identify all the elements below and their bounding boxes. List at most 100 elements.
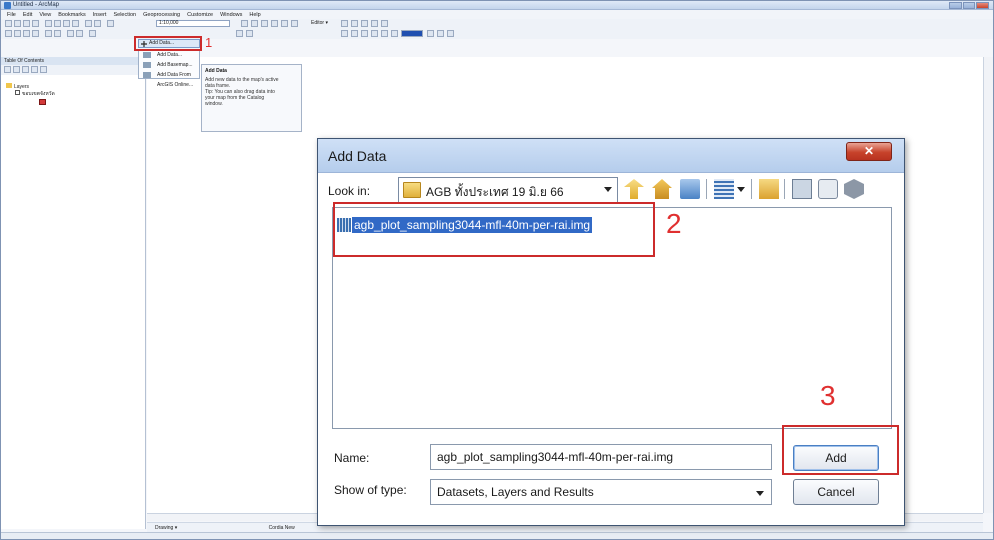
- tooltip-title: Add Data: [205, 68, 227, 74]
- editor-menu[interactable]: Editor ▾: [311, 20, 328, 26]
- table-of-contents-icon[interactable]: [251, 20, 258, 27]
- rotate-icon[interactable]: [371, 20, 378, 27]
- georef-icon-3[interactable]: [361, 30, 368, 37]
- menu-item-add-data-online[interactable]: Add Data From ArcGIS Online...: [139, 70, 199, 88]
- catalog-icon[interactable]: [261, 20, 268, 27]
- annotation-box-step1: [134, 36, 202, 51]
- vertical-scrollbar[interactable]: [983, 57, 993, 513]
- search-icon[interactable]: [271, 20, 278, 27]
- connect-to-folder-icon[interactable]: [680, 179, 700, 199]
- geodatabase-icon[interactable]: [844, 179, 864, 199]
- georef-icon-1[interactable]: [341, 30, 348, 37]
- home-folder-icon[interactable]: [652, 179, 672, 199]
- show-of-type-value: Datasets, Layers and Results: [437, 485, 594, 499]
- name-field[interactable]: agb_plot_sampling3044-mfl-40m-per-rai.im…: [430, 444, 772, 470]
- menu-file[interactable]: File: [7, 12, 16, 18]
- menu-item-add-basemap[interactable]: Add Basemap...: [139, 60, 199, 70]
- full-extent-icon[interactable]: [32, 30, 39, 37]
- status-bar: [1, 532, 993, 539]
- list-by-selection-icon[interactable]: [31, 66, 38, 73]
- attributes-icon[interactable]: [381, 20, 388, 27]
- delete-icon[interactable]: [72, 20, 79, 27]
- menu-customize[interactable]: Customize: [187, 12, 213, 18]
- menu-windows[interactable]: Windows: [220, 12, 242, 18]
- layer-item[interactable]: ขอบเขตจังหวัด: [15, 90, 55, 98]
- layer-checkbox[interactable]: [15, 90, 20, 95]
- python-icon[interactable]: [291, 20, 298, 27]
- toolbar-separator: [751, 179, 752, 199]
- list-by-visibility-icon[interactable]: [22, 66, 29, 73]
- open-icon[interactable]: [14, 20, 21, 27]
- chevron-down-icon: [604, 187, 612, 192]
- effects-icon[interactable]: [427, 30, 434, 37]
- new-document-icon[interactable]: [5, 20, 12, 27]
- flicker-icon[interactable]: [447, 30, 454, 37]
- show-of-type-select[interactable]: Datasets, Layers and Results: [430, 479, 772, 505]
- cut-icon[interactable]: [45, 20, 52, 27]
- paste-icon[interactable]: [63, 20, 70, 27]
- toolbox-icon[interactable]: [818, 179, 838, 199]
- minimize-button[interactable]: [949, 2, 962, 9]
- menu-edit[interactable]: Edit: [23, 12, 32, 18]
- font-name-combo[interactable]: Cordia New: [269, 525, 295, 531]
- cancel-button[interactable]: Cancel: [793, 479, 879, 505]
- list-by-drawing-order-icon[interactable]: [4, 66, 11, 73]
- layer-name: ขอบเขตจังหวัด: [22, 91, 55, 97]
- layout-icon[interactable]: [236, 30, 243, 37]
- menu-help[interactable]: Help: [249, 12, 260, 18]
- look-in-combo[interactable]: AGB ทั้งประเทศ 19 มิ.ย 66: [398, 177, 618, 203]
- layers-folder-icon: [6, 83, 12, 88]
- copy-icon[interactable]: [54, 20, 61, 27]
- zoom-in-icon[interactable]: [5, 30, 12, 37]
- drawing-menu[interactable]: Drawing ▾: [155, 525, 177, 531]
- up-one-level-icon[interactable]: [624, 179, 644, 199]
- view-list-icon[interactable]: [714, 179, 734, 199]
- menu-geoprocessing[interactable]: Geoprocessing: [143, 12, 180, 18]
- layer-symbol-swatch[interactable]: [39, 99, 46, 105]
- undo-icon[interactable]: [85, 20, 92, 27]
- list-by-source-icon[interactable]: [13, 66, 20, 73]
- menu-insert[interactable]: Insert: [93, 12, 107, 18]
- view-options-dropdown-icon[interactable]: [736, 179, 746, 199]
- pan-icon[interactable]: [23, 30, 30, 37]
- menu-bookmarks[interactable]: Bookmarks: [58, 12, 86, 18]
- basemap-icon: [143, 62, 151, 68]
- georef-icon-5[interactable]: [381, 30, 388, 37]
- forward-extent-icon[interactable]: [76, 30, 83, 37]
- georef-icon-2[interactable]: [351, 30, 358, 37]
- swipe-icon[interactable]: [437, 30, 444, 37]
- menu-item-label: Add Data From ArcGIS Online...: [157, 72, 194, 88]
- split-icon[interactable]: [361, 20, 368, 27]
- color-swatch-icon[interactable]: [401, 30, 423, 37]
- georef-icon-6[interactable]: [391, 30, 398, 37]
- edit-tool-icon[interactable]: [341, 20, 348, 27]
- map-scale-combo[interactable]: 1:10,000: [156, 20, 230, 27]
- annotation-box-step3: [782, 425, 899, 475]
- menu-selection[interactable]: Selection: [113, 12, 136, 18]
- menu-item-add-data[interactable]: Add Data...: [139, 50, 199, 60]
- new-folder-icon[interactable]: [759, 179, 779, 199]
- back-extent-icon[interactable]: [67, 30, 74, 37]
- save-icon[interactable]: [23, 20, 30, 27]
- look-in-value: AGB ทั้งประเทศ 19 มิ.ย 66: [426, 185, 564, 199]
- menu-view[interactable]: View: [39, 12, 51, 18]
- dialog-close-button[interactable]: ✕: [846, 142, 892, 161]
- fixed-zoom-out-icon[interactable]: [54, 30, 61, 37]
- toc-options-icon[interactable]: [40, 66, 47, 73]
- catalog-view-icon[interactable]: [792, 179, 812, 199]
- maximize-button[interactable]: [962, 2, 976, 9]
- select-features-icon[interactable]: [89, 30, 96, 37]
- fixed-zoom-in-icon[interactable]: [45, 30, 52, 37]
- editor-toolbar-icon[interactable]: [241, 20, 248, 27]
- layers-group[interactable]: Layers: [6, 83, 29, 90]
- close-window-button[interactable]: [976, 2, 990, 9]
- redo-icon[interactable]: [94, 20, 101, 27]
- zoom-out-icon[interactable]: [14, 30, 21, 37]
- print-icon[interactable]: [32, 20, 39, 27]
- arctoolbox-icon[interactable]: [281, 20, 288, 27]
- menu-bar: File Edit View Bookmarks Insert Selectio…: [1, 10, 993, 19]
- add-data-toolbar-icon[interactable]: [107, 20, 114, 27]
- graph-icon[interactable]: [246, 30, 253, 37]
- sketch-tool-icon[interactable]: [351, 20, 358, 27]
- georef-icon-4[interactable]: [371, 30, 378, 37]
